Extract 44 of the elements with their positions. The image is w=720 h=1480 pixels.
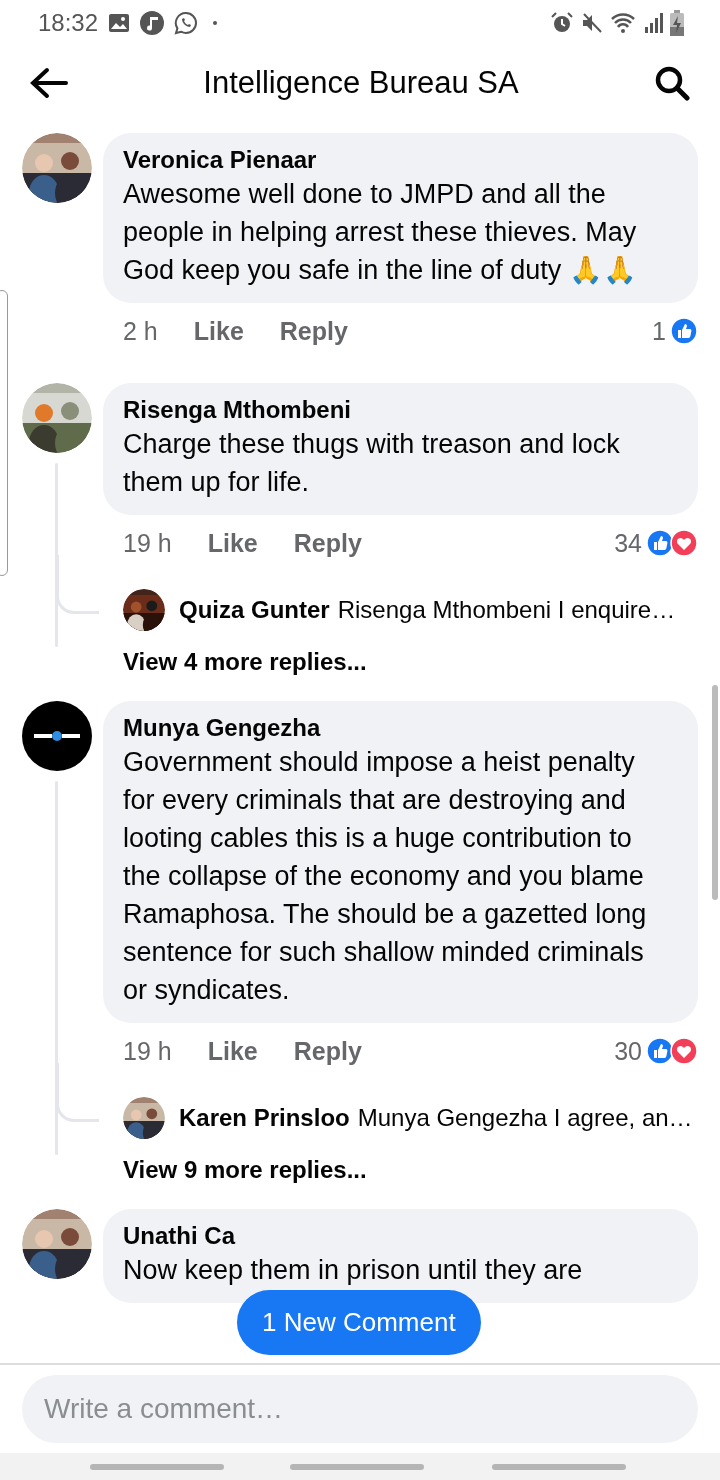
reply-preview[interactable]: Quiza Gunter Risenga Mthombeni I enquire… <box>179 596 676 624</box>
logo-icon <box>22 701 92 771</box>
like-button[interactable]: Like <box>193 316 244 346</box>
comment-time: 19 h <box>123 528 172 558</box>
reply-button[interactable]: Reply <box>293 1036 362 1066</box>
comment-time: 19 h <box>123 1036 172 1066</box>
comment-text: Charge these thugs with treason and lock them up for life. <box>123 428 621 499</box>
clock-time: 18:32 <box>38 9 99 37</box>
reaction-count: 34 <box>614 528 642 558</box>
alarm-icon <box>550 11 574 35</box>
like-button[interactable]: Like <box>207 528 258 558</box>
author-name[interactable]: Veronica Pienaar <box>123 145 317 175</box>
scroll-bar[interactable] <box>712 685 718 900</box>
author-name[interactable]: Risenga Mthombeni <box>123 395 351 425</box>
author-name[interactable]: Unathi Ca <box>123 1221 235 1251</box>
like-icon <box>646 529 674 557</box>
search-button[interactable] <box>654 65 690 101</box>
like-button[interactable]: Like <box>207 1036 258 1066</box>
music-icon <box>140 11 165 35</box>
chat-bubble-icon <box>174 11 199 35</box>
comment-text: Now keep them in prison until they are <box>123 1254 584 1287</box>
view-more-replies-link[interactable]: View 4 more replies... <box>123 647 367 677</box>
gallery-icon <box>108 13 131 33</box>
like-icon <box>646 1037 674 1065</box>
battery-icon <box>670 10 684 36</box>
comment-text: Government should impose a heist penalty for every criminals that are destroying and looting cables this is a huge contribution to the collapse of the economy and you blame Ramaphosa. The should be a gazetted long sentence for such shallow minded criminals or syndicates. <box>123 746 648 1007</box>
reaction-count: 1 <box>652 316 666 346</box>
reply-button[interactable]: Reply <box>279 316 348 346</box>
reply-preview[interactable]: Karen Prinsloo Munya Gengezha I agree, an… <box>179 1104 693 1132</box>
view-more-replies-link[interactable]: View 9 more replies... <box>123 1155 367 1185</box>
author-name[interactable]: Munya Gengezha <box>123 713 321 743</box>
comment-text: Awesome well done to JMPD and all the people in helping arrest these thieves. May God keep you safe in the line of duty 🙏🙏 <box>123 178 638 287</box>
comment-time: 2 h <box>123 316 158 346</box>
comment-input-field[interactable]: Write a comment… <box>22 1375 698 1443</box>
reply-button[interactable]: Reply <box>293 528 362 558</box>
new-comment-button[interactable]: 1 New Comment <box>237 1290 481 1355</box>
search-icon <box>654 65 690 101</box>
signal-icon <box>644 11 664 35</box>
mute-icon <box>580 11 604 35</box>
back-button[interactable] <box>30 67 68 99</box>
reaction-count: 30 <box>614 1036 642 1066</box>
page-title: Intelligence Bureau SA <box>202 65 520 101</box>
back-arrow-icon <box>30 67 68 99</box>
like-icon <box>670 317 698 345</box>
